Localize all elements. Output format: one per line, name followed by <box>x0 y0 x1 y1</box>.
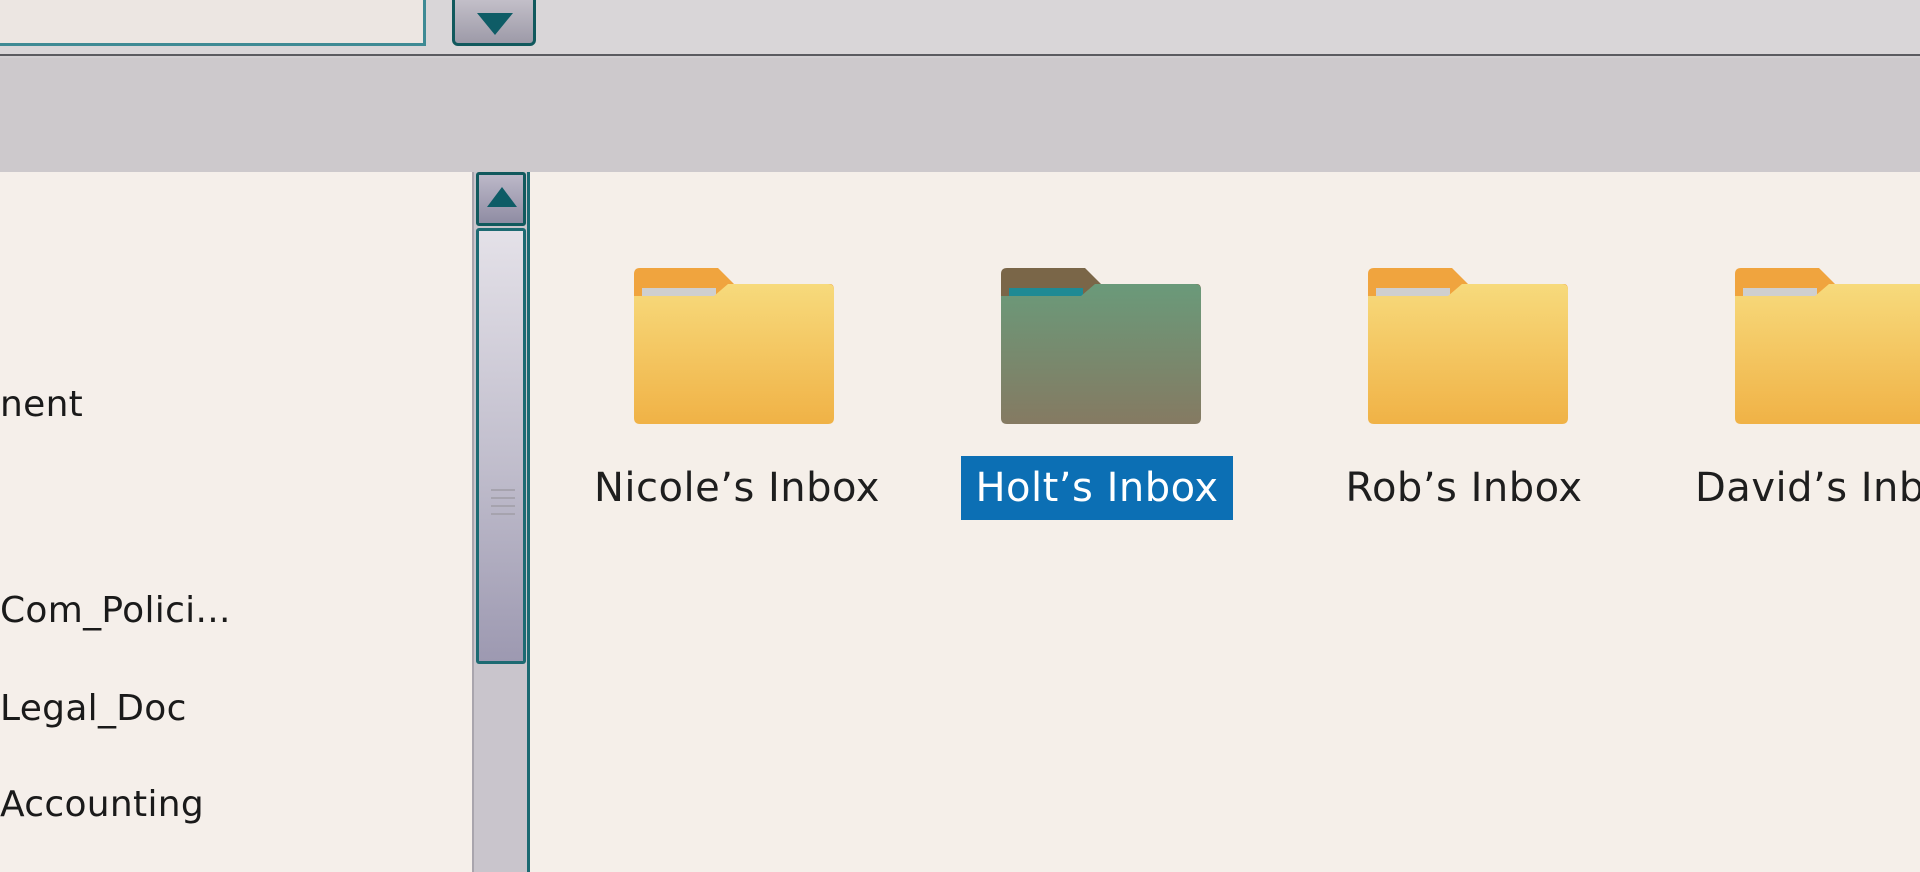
top-toolbar <box>0 0 1920 56</box>
grip-line <box>491 489 515 491</box>
arrow-up-icon <box>487 187 517 207</box>
folder-item-nicoles-inbox[interactable]: Nicole’s Inbox <box>580 266 880 526</box>
sidebar: nent Com_Polici... Legal_Doc Accounting <box>0 172 472 872</box>
folder-icon <box>1735 268 1920 424</box>
sidebar-item-label: Accounting <box>0 784 205 825</box>
grip-line <box>491 513 515 515</box>
folder-label: Nicole’s Inbox <box>594 465 880 511</box>
sidebar-item-accounting[interactable]: Accounting <box>0 784 204 825</box>
folder-icon <box>634 268 834 424</box>
folder-label: David’s Inb <box>1695 465 1920 511</box>
sidebar-item-label: Com_Polici... <box>0 590 231 631</box>
path-field[interactable] <box>0 0 426 46</box>
folder-label: Rob’s Inbox <box>1345 465 1583 511</box>
folder-label: Holt’s Inbox <box>961 456 1233 520</box>
chevron-down-icon <box>477 13 513 35</box>
folder-item-holts-inbox[interactable]: Holt’s Inbox <box>947 266 1247 526</box>
sidebar-item-label: Legal_Doc <box>0 688 187 729</box>
sidebar-item-label: nent <box>0 384 84 425</box>
folder-icon <box>1368 268 1568 424</box>
folder-item-robs-inbox[interactable]: Rob’s Inbox <box>1314 266 1614 526</box>
folder-item-davids-inbox[interactable]: David’s Inb <box>1681 266 1920 526</box>
grip-line <box>491 505 515 507</box>
grip-line <box>491 497 515 499</box>
sidebar-item-legal-doc[interactable]: Legal_Doc <box>0 688 187 729</box>
sidebar-scrollbar[interactable] <box>472 172 530 872</box>
sidebar-item-management[interactable]: nent <box>0 384 83 425</box>
folder-view: Nicole’s Inbox Holt’s Inbox Rob’s Inbox … <box>530 172 1920 872</box>
sidebar-item-com-policies[interactable]: Com_Polici... <box>0 590 231 631</box>
scroll-up-button[interactable] <box>476 172 526 226</box>
scroll-thumb[interactable] <box>476 228 526 664</box>
path-dropdown-button[interactable] <box>452 0 536 46</box>
secondary-toolbar <box>0 58 1920 173</box>
folder-icon <box>1001 268 1201 424</box>
